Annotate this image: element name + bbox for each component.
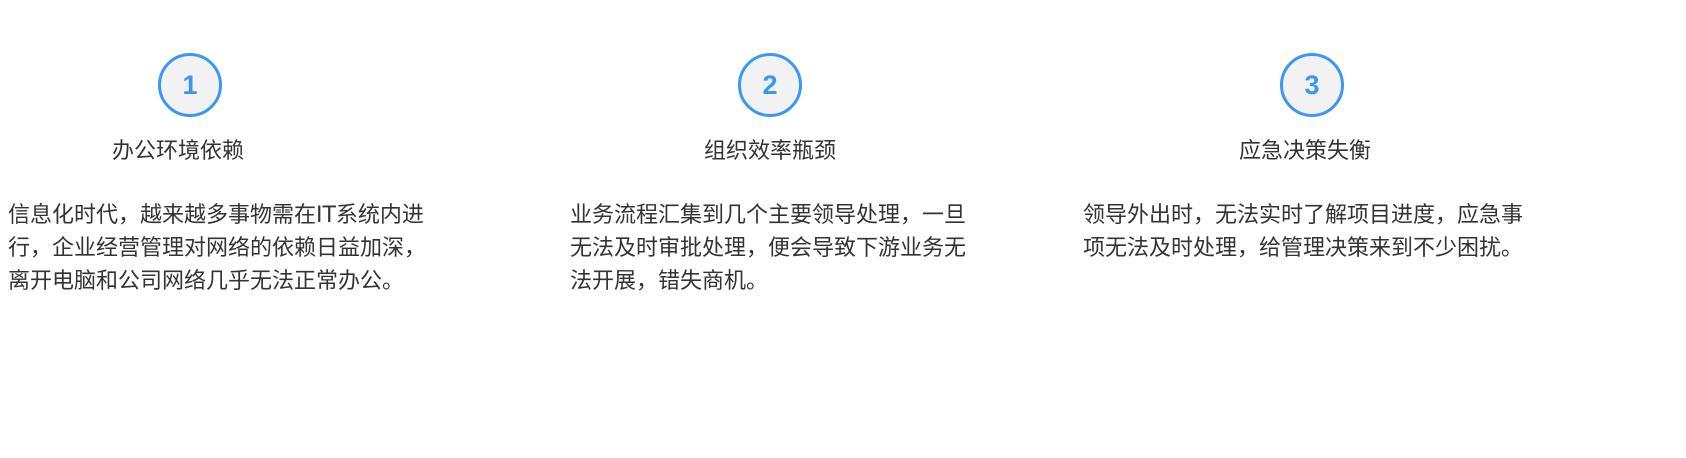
step-number-badge: 3 (1280, 53, 1344, 117)
step-title: 应急决策失衡 (1239, 139, 1372, 164)
step-description-line: 离开电脑和公司网络几乎无法正常办公。 (8, 269, 405, 294)
step-title: 办公环境依赖 (112, 139, 245, 164)
step-description-line: 项无法及时处理，给管理决策来到不少困扰。 (1083, 236, 1524, 261)
step-description-line: 领导外出时，无法实时了解项目进度，应急事 (1083, 203, 1524, 228)
step-description-line: 信息化时代，越来越多事物需在IT系统内进 (8, 203, 424, 228)
step-description-line: 业务流程汇集到几个主要领导处理，一旦 (570, 203, 967, 228)
step-description: 信息化时代，越来越多事物需在IT系统内进 行，企业经营管理对网络的依赖日益加深，… (8, 199, 426, 298)
step-description: 领导外出时，无法实时了解项目进度，应急事 项无法及时处理，给管理决策来到不少困扰… (1083, 199, 1523, 265)
step-description: 业务流程汇集到几个主要领导处理，一旦 无法及时审批处理，便会导致下游业务无 法开… (570, 199, 966, 298)
step-number-badge: 1 (158, 53, 222, 117)
step-description-line: 无法及时审批处理，便会导致下游业务无 (570, 236, 967, 261)
step-description-line: 法开展，错失商机。 (570, 269, 769, 294)
page: { "steps": [ { "number": "1", "title": "… (0, 0, 1686, 458)
step-title: 组织效率瓶颈 (704, 139, 837, 164)
step-description-line: 行，企业经营管理对网络的依赖日益加深， (8, 236, 427, 261)
step-number-badge: 2 (738, 53, 802, 117)
